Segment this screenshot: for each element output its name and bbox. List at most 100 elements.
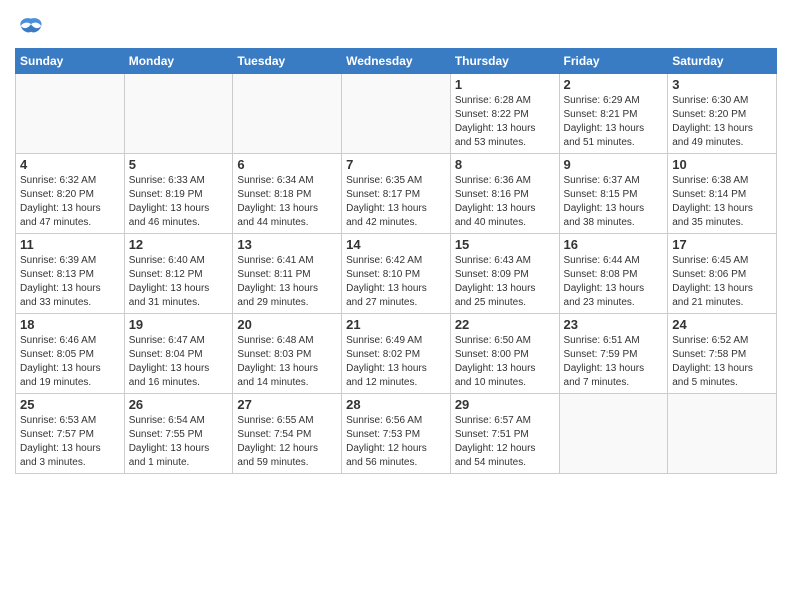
- day-number: 1: [455, 77, 555, 92]
- day-info: Sunrise: 6:33 AMSunset: 8:19 PMDaylight:…: [129, 174, 229, 230]
- logo: [15, 14, 45, 42]
- day-number: 26: [129, 397, 229, 412]
- calendar-cell: 21Sunrise: 6:49 AMSunset: 8:02 PMDayligh…: [342, 314, 451, 394]
- calendar-cell: 29 Sunrise: 6:57 AMSunset: 7:51 PMDayligh…: [450, 394, 559, 474]
- day-info: Sunrise: 6:34 AMSunset: 8:18 PMDaylight:…: [237, 174, 337, 230]
- calendar-week-4: 18 Sunrise: 6:46 AMSunset: 8:05 PMDayligh…: [16, 314, 777, 394]
- calendar-cell: 3Sunrise: 6:30 AMSunset: 8:20 PMDaylight…: [668, 74, 777, 154]
- day-number: 20: [237, 317, 337, 332]
- day-info: Sunrise: 6:53 AMSunset: 7:57 PMDaylight:…: [20, 414, 120, 470]
- day-number: 9: [564, 157, 664, 172]
- calendar-header: SundayMondayTuesdayWednesdayThursdayFrid…: [16, 49, 777, 74]
- calendar-cell: 27 Sunrise: 6:55 AMSunset: 7:54 PMDayligh…: [233, 394, 342, 474]
- day-number: 12: [129, 237, 229, 252]
- calendar-cell: [668, 394, 777, 474]
- header-cell-friday: Friday: [559, 49, 668, 74]
- calendar-cell: 5 Sunrise: 6:33 AMSunset: 8:19 PMDaylight…: [124, 154, 233, 234]
- day-info: Sunrise: 6:32 AMSunset: 8:20 PMDaylight:…: [20, 174, 120, 230]
- day-info: Sunrise: 6:51 AMSunset: 7:59 PMDaylight:…: [564, 334, 664, 390]
- calendar-cell: [233, 74, 342, 154]
- day-info: Sunrise: 6:45 AMSunset: 8:06 PMDaylight:…: [672, 254, 772, 310]
- calendar-cell: 1 Sunrise: 6:28 AMSunset: 8:22 PMDaylight…: [450, 74, 559, 154]
- day-info: Sunrise: 6:50 AMSunset: 8:00 PMDaylight:…: [455, 334, 555, 390]
- header-row: SundayMondayTuesdayWednesdayThursdayFrid…: [16, 49, 777, 74]
- day-number: 18: [20, 317, 120, 332]
- calendar-cell: 15 Sunrise: 6:43 AMSunset: 8:09 PMDayligh…: [450, 234, 559, 314]
- calendar-cell: 26 Sunrise: 6:54 AMSunset: 7:55 PMDayligh…: [124, 394, 233, 474]
- day-info: Sunrise: 6:39 AMSunset: 8:13 PMDaylight:…: [20, 254, 120, 310]
- day-number: 7: [346, 157, 446, 172]
- day-info: Sunrise: 6:42 AMSunset: 8:10 PMDaylight:…: [346, 254, 446, 310]
- calendar-cell: 9 Sunrise: 6:37 AMSunset: 8:15 PMDaylight…: [559, 154, 668, 234]
- day-number: 24: [672, 317, 772, 332]
- day-number: 11: [20, 237, 120, 252]
- header-cell-tuesday: Tuesday: [233, 49, 342, 74]
- calendar-cell: 11 Sunrise: 6:39 AMSunset: 8:13 PMDayligh…: [16, 234, 125, 314]
- calendar-cell: 24Sunrise: 6:52 AMSunset: 7:58 PMDayligh…: [668, 314, 777, 394]
- day-info: Sunrise: 6:40 AMSunset: 8:12 PMDaylight:…: [129, 254, 229, 310]
- calendar-week-1: 1 Sunrise: 6:28 AMSunset: 8:22 PMDaylight…: [16, 74, 777, 154]
- day-number: 17: [672, 237, 772, 252]
- day-info: Sunrise: 6:41 AMSunset: 8:11 PMDaylight:…: [237, 254, 337, 310]
- calendar-cell: 14 Sunrise: 6:42 AMSunset: 8:10 PMDayligh…: [342, 234, 451, 314]
- calendar-cell: 25 Sunrise: 6:53 AMSunset: 7:57 PMDayligh…: [16, 394, 125, 474]
- day-number: 25: [20, 397, 120, 412]
- header-cell-monday: Monday: [124, 49, 233, 74]
- day-info: Sunrise: 6:36 AMSunset: 8:16 PMDaylight:…: [455, 174, 555, 230]
- calendar-cell: 13Sunrise: 6:41 AMSunset: 8:11 PMDayligh…: [233, 234, 342, 314]
- calendar-cell: 20 Sunrise: 6:48 AMSunset: 8:03 PMDayligh…: [233, 314, 342, 394]
- day-number: 6: [237, 157, 337, 172]
- calendar-cell: 4 Sunrise: 6:32 AMSunset: 8:20 PMDaylight…: [16, 154, 125, 234]
- header-cell-saturday: Saturday: [668, 49, 777, 74]
- day-info: Sunrise: 6:43 AMSunset: 8:09 PMDaylight:…: [455, 254, 555, 310]
- calendar-cell: 17 Sunrise: 6:45 AMSunset: 8:06 PMDayligh…: [668, 234, 777, 314]
- day-number: 5: [129, 157, 229, 172]
- calendar-week-3: 11 Sunrise: 6:39 AMSunset: 8:13 PMDayligh…: [16, 234, 777, 314]
- day-number: 3: [672, 77, 772, 92]
- day-number: 22: [455, 317, 555, 332]
- calendar-week-5: 25 Sunrise: 6:53 AMSunset: 7:57 PMDayligh…: [16, 394, 777, 474]
- day-number: 10: [672, 157, 772, 172]
- day-info: Sunrise: 6:46 AMSunset: 8:05 PMDaylight:…: [20, 334, 120, 390]
- day-info: Sunrise: 6:48 AMSunset: 8:03 PMDaylight:…: [237, 334, 337, 390]
- calendar-cell: 18 Sunrise: 6:46 AMSunset: 8:05 PMDayligh…: [16, 314, 125, 394]
- calendar-cell: 6 Sunrise: 6:34 AMSunset: 8:18 PMDaylight…: [233, 154, 342, 234]
- logo-bird-icon: [17, 14, 45, 42]
- day-info: Sunrise: 6:28 AMSunset: 8:22 PMDaylight:…: [455, 94, 555, 150]
- day-info: Sunrise: 6:55 AMSunset: 7:54 PMDaylight:…: [237, 414, 337, 470]
- calendar-cell: 16 Sunrise: 6:44 AMSunset: 8:08 PMDayligh…: [559, 234, 668, 314]
- day-number: 8: [455, 157, 555, 172]
- calendar-cell: 10 Sunrise: 6:38 AMSunset: 8:14 PMDayligh…: [668, 154, 777, 234]
- day-info: Sunrise: 6:54 AMSunset: 7:55 PMDaylight:…: [129, 414, 229, 470]
- day-info: Sunrise: 6:44 AMSunset: 8:08 PMDaylight:…: [564, 254, 664, 310]
- calendar-cell: [559, 394, 668, 474]
- day-info: Sunrise: 6:29 AMSunset: 8:21 PMDaylight:…: [564, 94, 664, 150]
- day-number: 15: [455, 237, 555, 252]
- day-number: 4: [20, 157, 120, 172]
- calendar-cell: 19Sunrise: 6:47 AMSunset: 8:04 PMDayligh…: [124, 314, 233, 394]
- calendar-cell: 7 Sunrise: 6:35 AMSunset: 8:17 PMDaylight…: [342, 154, 451, 234]
- calendar-cell: 22 Sunrise: 6:50 AMSunset: 8:00 PMDayligh…: [450, 314, 559, 394]
- day-number: 2: [564, 77, 664, 92]
- calendar-week-2: 4 Sunrise: 6:32 AMSunset: 8:20 PMDaylight…: [16, 154, 777, 234]
- header: [15, 10, 777, 42]
- day-number: 21: [346, 317, 446, 332]
- calendar-cell: 8 Sunrise: 6:36 AMSunset: 8:16 PMDaylight…: [450, 154, 559, 234]
- day-info: Sunrise: 6:57 AMSunset: 7:51 PMDaylight:…: [455, 414, 555, 470]
- calendar-cell: 12 Sunrise: 6:40 AMSunset: 8:12 PMDayligh…: [124, 234, 233, 314]
- calendar-cell: 23 Sunrise: 6:51 AMSunset: 7:59 PMDayligh…: [559, 314, 668, 394]
- calendar-cell: [16, 74, 125, 154]
- day-number: 16: [564, 237, 664, 252]
- day-number: 23: [564, 317, 664, 332]
- day-number: 27: [237, 397, 337, 412]
- day-number: 14: [346, 237, 446, 252]
- day-info: Sunrise: 6:35 AMSunset: 8:17 PMDaylight:…: [346, 174, 446, 230]
- day-info: Sunrise: 6:47 AMSunset: 8:04 PMDaylight:…: [129, 334, 229, 390]
- day-info: Sunrise: 6:38 AMSunset: 8:14 PMDaylight:…: [672, 174, 772, 230]
- calendar-cell: [342, 74, 451, 154]
- day-number: 29: [455, 397, 555, 412]
- calendar-body: 1 Sunrise: 6:28 AMSunset: 8:22 PMDaylight…: [16, 74, 777, 474]
- calendar-cell: 2 Sunrise: 6:29 AMSunset: 8:21 PMDaylight…: [559, 74, 668, 154]
- header-cell-wednesday: Wednesday: [342, 49, 451, 74]
- day-info: Sunrise: 6:37 AMSunset: 8:15 PMDaylight:…: [564, 174, 664, 230]
